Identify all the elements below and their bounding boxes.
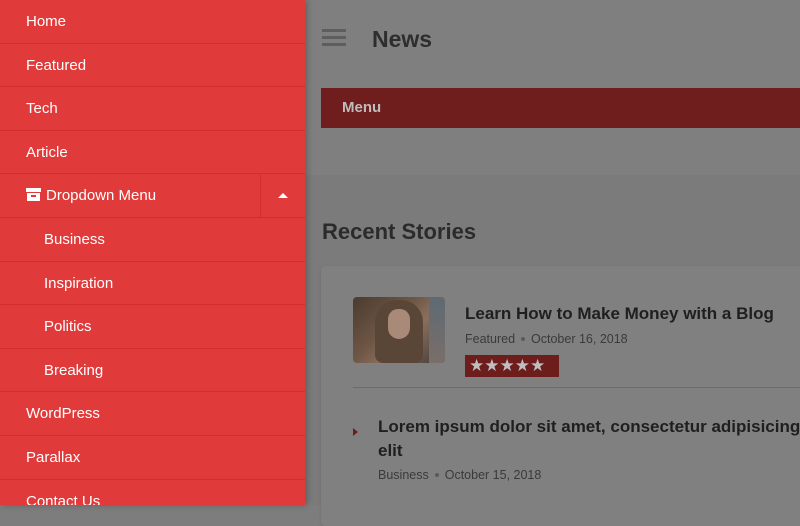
bullet-arrow-icon — [353, 428, 358, 436]
nav-item-wordpress[interactable]: WordPress — [0, 392, 305, 436]
nav-item-label: Parallax — [26, 448, 81, 466]
nav-item-dropdown-menu[interactable]: Dropdown Menu — [0, 174, 305, 218]
nav-item-contact-us[interactable]: Contact Us — [0, 480, 305, 505]
nav-item-label: Article — [26, 143, 68, 161]
nav-item-article[interactable]: Article — [0, 131, 305, 175]
story-title[interactable]: Lorem ipsum dolor sit amet, consectetur … — [378, 415, 800, 463]
nav-item-label: Home — [26, 13, 67, 30]
story-meta: Business October 15, 2018 — [378, 468, 541, 482]
nav-item-label: Contact Us — [26, 492, 101, 505]
nav-item-label: Business — [44, 230, 105, 248]
nav-item-parallax[interactable]: Parallax — [0, 436, 305, 480]
story-date: October 15, 2018 — [444, 468, 542, 482]
story-category[interactable]: Featured — [465, 332, 515, 346]
story-title[interactable]: Learn How to Make Money with a Blog — [465, 304, 774, 324]
nav-item-label: Inspiration — [44, 274, 114, 292]
nav-item-tech[interactable]: Tech — [0, 87, 305, 131]
menu-bar[interactable]: Menu — [321, 88, 800, 128]
story-meta: Featured October 16, 2018 — [465, 332, 628, 346]
nav-item-label: WordPress — [26, 405, 100, 423]
nav-subitem-politics[interactable]: Politics — [0, 305, 305, 349]
separator-dot-icon — [521, 336, 526, 341]
hamburger-menu-icon[interactable] — [322, 29, 346, 47]
nav-item-label: Featured — [26, 56, 87, 74]
caret-up-icon — [278, 193, 288, 199]
nav-item-label: Politics — [44, 318, 92, 336]
separator-dot-icon — [434, 472, 439, 477]
section-title: Recent Stories — [322, 219, 477, 244]
nav-item-featured[interactable]: Featured — [0, 44, 305, 88]
nav-subitem-inspiration[interactable]: Inspiration — [0, 262, 305, 306]
nav-item-home[interactable]: Home — [0, 0, 305, 44]
story-category[interactable]: Business — [378, 468, 429, 482]
nav-item-label: Tech — [26, 100, 58, 118]
rating-stars: ★★★★★ — [465, 355, 559, 377]
divider — [353, 387, 800, 388]
side-drawer: Home Featured Tech Article Dropdown Menu… — [0, 0, 305, 505]
story-thumbnail-image[interactable] — [353, 297, 445, 363]
nav-subitem-breaking[interactable]: Breaking — [0, 349, 305, 393]
nav-subitem-business[interactable]: Business — [0, 218, 305, 262]
header-bar: News Menu — [305, 0, 800, 175]
content-area: Recent Stories Learn How to Make Money w… — [305, 175, 800, 526]
archive-box-icon — [26, 188, 41, 202]
nav-item-label: Breaking — [44, 361, 104, 379]
story-date: October 16, 2018 — [531, 332, 628, 346]
nav-item-label: Dropdown Menu — [46, 187, 157, 205]
star-icons: ★★★★★ — [469, 356, 546, 375]
dropdown-toggle-button[interactable] — [260, 174, 305, 218]
site-title[interactable]: News — [372, 26, 432, 53]
stories-card: Learn How to Make Money with a Blog Feat… — [321, 266, 800, 526]
